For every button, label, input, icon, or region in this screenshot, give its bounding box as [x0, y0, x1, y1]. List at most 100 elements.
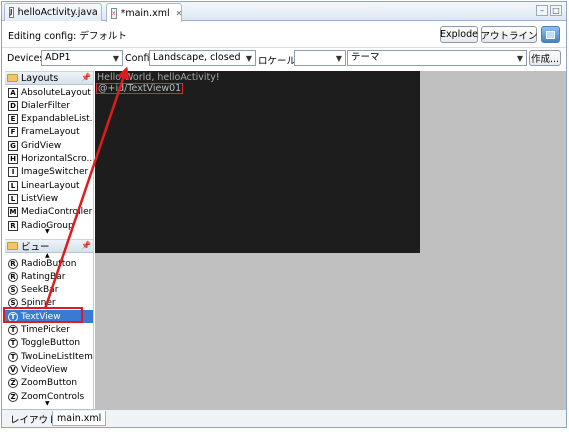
palette-item-label: MediaController: [21, 207, 93, 218]
section-label: Layouts: [21, 72, 59, 84]
chevron-down-icon: ▼: [112, 54, 119, 63]
widget-icon: T: [8, 351, 18, 362]
palette-section-layouts[interactable]: Layouts 📌: [5, 71, 93, 85]
palette-item-label: VideoView: [21, 364, 68, 375]
minimize-icon[interactable]: –: [536, 5, 548, 16]
palette-item-togglebutton[interactable]: T ToggleButton: [5, 337, 93, 350]
screen-icon: [546, 30, 555, 39]
palette-item-gridview[interactable]: G GridView: [5, 139, 93, 152]
device-config-row: Devices ADP1 ▼ Config Landscape, closed …: [2, 47, 566, 69]
palette-item-label: DialerFilter: [21, 100, 70, 111]
theme-value: テーマ: [351, 52, 380, 63]
config-value: Landscape, closed: [153, 52, 241, 63]
config-select[interactable]: Landscape, closed ▼: [149, 50, 256, 66]
tab-main-xml-source[interactable]: main.xml: [52, 411, 107, 426]
pin-icon[interactable]: 📌: [81, 241, 91, 250]
palette-item-label: ZoomControls: [21, 391, 85, 402]
widget-icon: D: [8, 100, 18, 111]
outline-button[interactable]: アウトライン: [481, 26, 538, 43]
locale-select[interactable]: ▼: [294, 50, 346, 66]
section-label: ビュー: [21, 242, 50, 253]
editing-config-label: Editing config: デフォルト: [8, 31, 127, 42]
editing-config-row: Editing config: デフォルト Explode アウトライン: [2, 22, 566, 47]
widget-icon: T: [8, 338, 18, 349]
palette-item-label: LinearLayout: [21, 180, 80, 191]
locale-label: ロケール: [258, 56, 297, 67]
widget-icon: E: [8, 114, 18, 125]
widget-icon: I: [8, 167, 18, 178]
new-textview-placeholder[interactable]: @+id/TextView01: [96, 83, 184, 94]
folder-icon: [7, 74, 18, 82]
palette-item-twolinelistitem[interactable]: T TwoLineListItem: [5, 350, 93, 363]
palette-item-label: TimePicker: [21, 325, 70, 335]
maximize-icon[interactable]: □: [550, 5, 562, 16]
widget-icon: H: [8, 154, 18, 164]
device-screen-preview[interactable]: Hello World, helloActivity! @+id/TextVie…: [95, 71, 420, 253]
palette-item-timepicker[interactable]: T TimePicker: [5, 324, 93, 337]
palette-item-listview[interactable]: L ListView: [5, 192, 93, 205]
widget-icon: T: [8, 325, 18, 335]
tab-label: *main.xml: [120, 7, 170, 19]
widget-icon: Z: [8, 391, 18, 402]
folder-icon: [7, 242, 18, 250]
palette-item-seekbar[interactable]: S SeekBar: [5, 284, 93, 297]
palette-item-label: SeekBar: [21, 285, 59, 296]
devices-select[interactable]: ADP1 ▼: [41, 50, 123, 66]
palette-item-label: GridView: [21, 140, 62, 151]
theme-select[interactable]: テーマ ▼: [347, 50, 527, 66]
chevron-down-icon: ▼: [335, 54, 342, 63]
palette-item-label: FrameLayout: [21, 127, 80, 138]
tab-main-xml[interactable]: x *main.xml ✕: [106, 3, 182, 22]
palette-item-label: RadioButton: [21, 258, 77, 269]
hello-textview[interactable]: Hello World, helloActivity!: [97, 72, 220, 83]
palette-item-label: ExpandableList...: [21, 114, 94, 125]
widget-icon: Z: [8, 378, 18, 389]
palette-section-views[interactable]: ビュー 📌: [5, 239, 93, 253]
palette-item-zoombutton[interactable]: Z ZoomButton: [5, 377, 93, 390]
widget-palette: Layouts 📌 A AbsoluteLayout D DialerFilter E E…: [5, 71, 94, 409]
palette-item-horizontalscro[interactable]: H HorizontalScro...: [5, 153, 94, 166]
editor-window: J helloActivity.java x *main.xml ✕ – □ E…: [1, 1, 567, 428]
palette-item-expandablelist[interactable]: E ExpandableList...: [5, 113, 94, 126]
widget-icon: R: [8, 271, 18, 282]
devices-label: Devices: [7, 53, 45, 64]
palette-item-absolutelayout[interactable]: A AbsoluteLayout: [5, 86, 93, 99]
widget-icon: F: [8, 127, 18, 138]
window-controls: – □: [536, 5, 562, 16]
widget-icon: G: [8, 140, 18, 151]
selection-highlight-box: [3, 307, 83, 323]
widget-icon: M: [8, 207, 18, 218]
xml-file-icon: x: [111, 7, 117, 19]
widget-icon: S: [8, 285, 18, 296]
explode-button[interactable]: Explode: [440, 26, 478, 43]
palette-item-label: AbsoluteLayout: [21, 87, 91, 98]
layout-canvas-area: Hello World, helloActivity! @+id/TextVie…: [95, 71, 566, 409]
palette-item-label: TwoLineListItem: [21, 351, 93, 362]
palette-item-videoview[interactable]: V VideoView: [5, 363, 93, 376]
widget-icon: R: [8, 258, 18, 269]
scroll-down-arrow-icon[interactable]: ▼: [45, 228, 50, 235]
widget-icon: L: [8, 180, 18, 191]
palette-item-ratingbar[interactable]: R RatingBar: [5, 270, 93, 283]
close-icon[interactable]: ✕: [176, 9, 183, 18]
palette-item-radiobutton[interactable]: R RadioButton: [5, 257, 93, 270]
java-file-icon: J: [9, 7, 14, 18]
devices-value: ADP1: [45, 52, 71, 63]
palette-item-label: ToggleButton: [21, 338, 81, 349]
palette-item-imageswitcher[interactable]: I ImageSwitcher: [5, 166, 93, 179]
palette-item-dialerfilter[interactable]: D DialerFilter: [5, 99, 93, 112]
create-config-button[interactable]: 作成...: [529, 50, 561, 66]
widget-icon: A: [8, 87, 18, 98]
tab-label: helloActivity.java: [17, 7, 98, 18]
chevron-down-icon: ▼: [245, 54, 252, 63]
widget-icon: R: [8, 220, 18, 231]
tab-hello-activity-java[interactable]: J helloActivity.java: [4, 3, 102, 21]
palette-item-label: HorizontalScro...: [21, 154, 94, 164]
layout-preview-button[interactable]: [541, 26, 560, 43]
palette-item-linearlayout[interactable]: L LinearLayout: [5, 179, 93, 192]
chevron-down-icon: ▼: [516, 54, 523, 63]
palette-item-framelayout[interactable]: F FrameLayout: [5, 126, 93, 139]
palette-item-mediacontroller[interactable]: M MediaController: [5, 206, 93, 219]
pin-icon[interactable]: 📌: [81, 73, 91, 82]
scroll-down-arrow-icon[interactable]: ▼: [45, 400, 50, 407]
